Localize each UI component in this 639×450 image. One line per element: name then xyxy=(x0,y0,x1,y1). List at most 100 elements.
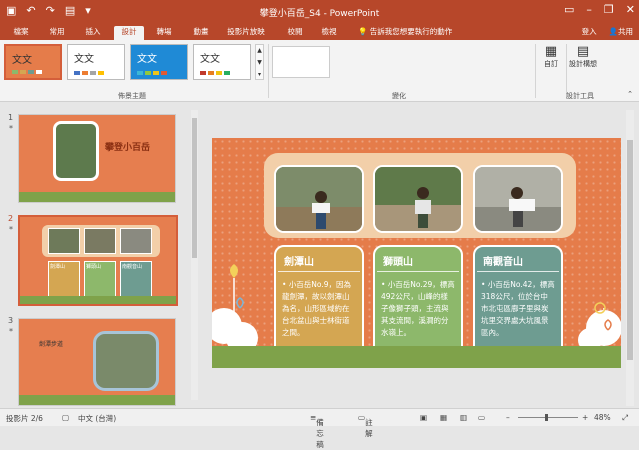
minimize-icon[interactable]: – xyxy=(586,3,592,16)
person-icon: 👤 xyxy=(608,27,618,36)
tab-insert[interactable]: 插入 xyxy=(80,26,106,40)
thumb-grass xyxy=(19,395,175,405)
customize-button[interactable]: ▦ 自訂 xyxy=(540,44,562,69)
zoom-out-icon[interactable]: – xyxy=(506,413,510,422)
thumb-grass xyxy=(20,296,176,304)
tab-slideshow[interactable]: 投影片放映 xyxy=(222,26,270,40)
thumb-grass xyxy=(19,192,175,202)
slide-scrollbar[interactable] xyxy=(626,110,634,406)
slide-star-1: * xyxy=(9,124,13,133)
thumb-card: 獅頭山 xyxy=(84,261,116,301)
slide-number-1: 1 xyxy=(8,113,14,122)
divider xyxy=(566,44,567,98)
tab-design[interactable]: 設計 xyxy=(114,26,144,40)
thumb-photo xyxy=(84,228,116,254)
thumbnail-scrollbar[interactable] xyxy=(191,110,198,400)
zoom-in-icon[interactable]: + xyxy=(582,413,588,422)
photo-jiantan[interactable] xyxy=(274,165,364,233)
reading-view-icon[interactable]: ▥ xyxy=(460,413,467,422)
share-button[interactable]: 👤共用 xyxy=(609,26,633,37)
thumb-photo xyxy=(48,228,80,254)
ribbon-display-icon[interactable]: ▭ xyxy=(564,3,574,16)
language-indicator[interactable]: 中文 (台灣) xyxy=(78,413,116,424)
design-ideas-label: 設計構想 xyxy=(569,60,597,68)
card-divider xyxy=(477,271,559,272)
theme-sample-text: 文文 xyxy=(200,54,220,65)
theme-thumbnail-1[interactable]: 文文 xyxy=(4,44,62,80)
close-icon[interactable]: ✕ xyxy=(626,3,635,16)
tab-home[interactable]: 常用 xyxy=(44,26,70,40)
card-title: 南觀音山 xyxy=(483,257,523,268)
hiker-photo-3 xyxy=(475,167,561,231)
scroll-thumb[interactable] xyxy=(627,140,633,360)
slide-star-2: * xyxy=(9,225,13,234)
share-label: 共用 xyxy=(618,27,633,36)
variant-thumbnail[interactable] xyxy=(272,46,330,78)
collapse-ribbon-icon[interactable]: ⌃ xyxy=(627,90,633,98)
slide-thumbnail-3[interactable]: 劍潭步道 xyxy=(18,318,176,406)
thumb-photo xyxy=(53,121,99,181)
slide-thumbnail-1[interactable]: 攀登小百岳 xyxy=(18,114,176,203)
info-card-shitou[interactable]: 獅頭山 • 小百岳No.29，標高492公尺，山峰的樣子像獅子頭，主流與其支流間… xyxy=(373,245,463,359)
spellcheck-icon[interactable]: ▢ xyxy=(62,413,69,422)
theme-thumbnail-2[interactable]: 文文 xyxy=(67,44,125,80)
thumb-card: 劍潭山 xyxy=(48,261,80,301)
slide-size-icon: ▦ xyxy=(544,44,558,59)
theme-sample-text: 文文 xyxy=(12,55,32,66)
slide-number-2: 2 xyxy=(8,214,14,223)
slide-number-3: 3 xyxy=(8,316,14,325)
card-divider xyxy=(377,271,459,272)
card-divider xyxy=(278,271,360,272)
card-body-text: 小百岳No.29，標高492公尺，山峰的樣子像獅子頭，主流與其支流間，溪澗的分水… xyxy=(381,280,455,337)
customize-label: 自訂 xyxy=(544,60,558,68)
tab-file[interactable]: 檔案 xyxy=(8,26,34,40)
theme-thumbnail-3[interactable]: 文文 xyxy=(130,44,188,80)
signin-link[interactable]: 登入 xyxy=(582,26,597,37)
zoom-slider[interactable] xyxy=(518,417,578,418)
info-card-nanguanyin[interactable]: 南觀音山 • 小百岳No.42，標高318公尺，位於台中市北屯區廍子里與炭坑里交… xyxy=(473,245,563,359)
info-card-jiantan[interactable]: 劍潭山 • 小百岳No.9，因為龍劍潭，故以劍潭山為名，山形區域約在台北盆山與士… xyxy=(274,245,364,359)
slide-canvas[interactable]: 劍潭山 • 小百岳No.9，因為龍劍潭，故以劍潭山為名，山形區域約在台北盆山與士… xyxy=(212,138,621,368)
lightbulb-icon: 💡 xyxy=(358,27,368,36)
status-bar: 投影片 2/6 ▢ 中文 (台灣) ≡ 備忘稿 ▭ 註解 ▣ ▦ ▥ ▭ – +… xyxy=(0,408,639,449)
zoom-slider-knob[interactable] xyxy=(545,414,548,421)
normal-view-icon[interactable]: ▣ xyxy=(420,413,427,422)
restore-icon[interactable]: ❐ xyxy=(604,3,614,16)
card-title: 獅頭山 xyxy=(383,257,413,268)
slideshow-view-icon[interactable]: ▭ xyxy=(478,413,485,422)
divider xyxy=(535,44,536,98)
group-label-designer: 設計工具 xyxy=(566,92,594,100)
slide-thumbnail-2[interactable]: 劍潭山 獅頭山 南觀音山 xyxy=(18,215,178,306)
group-label-variants: 變化 xyxy=(392,92,406,100)
card-body: • 小百岳No.9，因為龍劍潭，故以劍潭山為名，山形區域約在台北盆山與士林街道之… xyxy=(282,280,352,337)
theme-sample-text: 文文 xyxy=(137,54,157,65)
card-body: • 小百岳No.42，標高318公尺，位於台中市北屯區廍子里與炭坑里交界處大坑風… xyxy=(481,280,555,337)
tab-animations[interactable]: 動畫 xyxy=(187,26,215,40)
photo-shitou[interactable] xyxy=(373,165,463,233)
slide-sorter-icon[interactable]: ▦ xyxy=(440,413,447,422)
hiker-photo-2 xyxy=(375,167,461,231)
tab-view[interactable]: 檢視 xyxy=(316,26,342,40)
zoom-level[interactable]: 48% xyxy=(594,413,611,422)
theme-sample-text: 文文 xyxy=(74,54,94,65)
theme-thumbnail-4[interactable]: 文文 xyxy=(193,44,251,80)
window-title: 攀登小百岳_S4 - PowerPoint xyxy=(259,9,380,19)
card-body: • 小百岳No.29，標高492公尺，山峰的樣子像獅子頭，主流與其支流間，溪澗的… xyxy=(381,280,455,337)
tab-transitions[interactable]: 轉場 xyxy=(150,26,178,40)
thumb-title: 劍潭步道 xyxy=(39,341,64,348)
scroll-thumb[interactable] xyxy=(192,118,197,258)
themes-scroll[interactable]: ▲ ▼ ▾ xyxy=(255,44,264,80)
notes-label: 備忘稿 xyxy=(316,418,324,449)
tell-me-text: 告訴我您想要執行的動作 xyxy=(369,27,453,36)
notes-button[interactable]: ≡ 備忘稿 xyxy=(310,413,324,449)
comments-button[interactable]: ▭ 註解 xyxy=(358,413,373,438)
hiker-photo-1 xyxy=(276,167,362,231)
fit-to-window-icon[interactable]: ⤢ xyxy=(622,413,628,423)
tell-me-box[interactable]: 💡 告訴我您想要執行的動作 xyxy=(358,26,452,37)
photo-nanguanyin[interactable] xyxy=(473,165,563,233)
title-bar: ▣ ↶ ↷ ▤ ▾ 攀登小百岳_S4 - PowerPoint ▭ – ❐ ✕ xyxy=(0,0,639,24)
thumb-title: 攀登小百岳 xyxy=(105,143,151,153)
ribbon: 文文 文文 文文 文文 ▲ ▼ ▾ 佈景主題 變化 ▦ 自訂 ▤ 設計構想 設計工具… xyxy=(0,40,639,102)
tab-review[interactable]: 校閱 xyxy=(282,26,308,40)
design-ideas-button[interactable]: ▤ 設計構想 xyxy=(568,44,598,69)
